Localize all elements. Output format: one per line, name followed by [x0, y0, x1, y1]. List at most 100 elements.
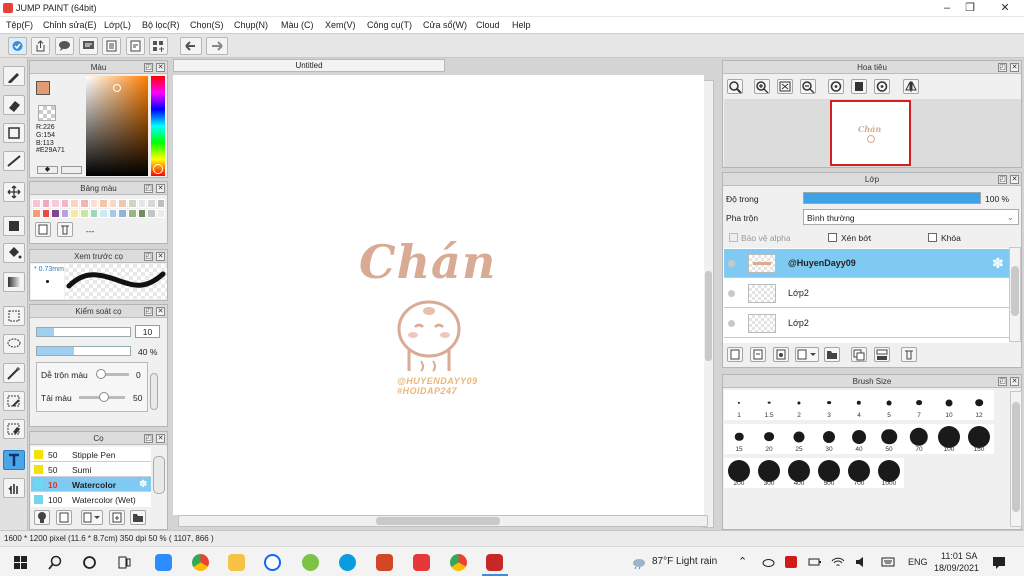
zoom-fit-icon[interactable] — [727, 79, 743, 94]
fill-rect-tool[interactable] — [3, 216, 25, 236]
new-halftone-layer-button[interactable] — [773, 347, 789, 362]
color-swatch[interactable] — [51, 199, 60, 208]
brush-size-option[interactable]: 12 — [964, 390, 994, 420]
canvas-vertical-scrollbar[interactable] — [703, 80, 714, 528]
tab-untitled[interactable]: Untitled — [173, 59, 445, 72]
hand-tool[interactable] — [3, 478, 25, 498]
select-pen-tool[interactable] — [3, 391, 25, 411]
clipping-checkbox[interactable] — [828, 233, 837, 242]
line-tool[interactable] — [3, 151, 25, 171]
brush-control-scrollbar[interactable] — [150, 373, 158, 410]
brush-menu-button[interactable] — [81, 510, 103, 525]
panel-close-icon[interactable]: ✕ — [156, 184, 165, 193]
layer-type-menu-button[interactable] — [795, 347, 819, 362]
color-swatch[interactable] — [147, 199, 156, 208]
color-swatch[interactable] — [41, 199, 51, 208]
shape-tool[interactable] — [3, 123, 25, 143]
lock-checkbox[interactable] — [928, 233, 937, 242]
brush-size-option[interactable]: 300 — [754, 458, 784, 488]
chrome-icon[interactable] — [192, 554, 209, 571]
color-swatch[interactable] — [60, 199, 70, 208]
text-tool[interactable] — [3, 450, 25, 470]
new-layer-button[interactable] — [727, 347, 743, 362]
lasso-tool[interactable] — [3, 334, 25, 354]
color-swatch[interactable] — [51, 209, 60, 218]
brush-size-option[interactable]: 100 — [934, 424, 964, 454]
brush-presets-button[interactable] — [34, 510, 50, 525]
clock-date[interactable]: 18/09/2021 — [934, 563, 979, 573]
canvas-horizontal-scrollbar[interactable] — [178, 515, 708, 527]
color-swatch[interactable] — [80, 199, 89, 208]
menu-tools[interactable]: Công cụ(T) — [367, 20, 412, 30]
move-tool[interactable] — [3, 182, 25, 202]
brush-size-value[interactable]: 10 — [135, 325, 160, 338]
color-swatch[interactable] — [137, 209, 147, 218]
layer-scroll-thumb[interactable] — [1011, 266, 1019, 316]
weather-text[interactable]: 87°F Light rain — [652, 556, 717, 567]
brush-folder-button[interactable] — [130, 510, 146, 525]
delete-layer-icon[interactable] — [901, 347, 917, 362]
new-layer-from-file-button[interactable] — [750, 347, 766, 362]
brush-size-option[interactable]: 200 — [724, 458, 754, 488]
brush-size-option[interactable]: 70 — [904, 424, 934, 454]
undo-button[interactable] — [180, 37, 202, 55]
layer-row[interactable]: Lớp2 — [724, 309, 1009, 338]
brush-size-scroll-thumb[interactable] — [1012, 402, 1020, 512]
brush-size-option[interactable]: 2 — [784, 390, 814, 420]
color-swatch[interactable] — [70, 209, 79, 218]
brush-size-scrollbar[interactable] — [1010, 391, 1022, 527]
eye-icon[interactable] — [728, 290, 735, 297]
rotate-left-icon[interactable] — [828, 79, 844, 94]
panel-float-icon[interactable]: ◰ — [144, 307, 153, 316]
brush-size-option[interactable]: 20 — [754, 424, 784, 454]
color-swatch[interactable] — [32, 209, 41, 218]
panel-close-icon[interactable]: ✕ — [156, 307, 165, 316]
brush-size-option[interactable]: 700 — [844, 458, 874, 488]
keyboard-icon[interactable] — [881, 556, 895, 568]
color-swatch[interactable] — [147, 209, 156, 218]
brush-size-option[interactable]: 4 — [844, 390, 874, 420]
brush-size-option[interactable]: 50 — [874, 424, 904, 454]
file-explorer-icon[interactable] — [228, 554, 245, 571]
cloud-tray-icon[interactable] — [762, 556, 775, 568]
reload-slider-knob[interactable] — [99, 392, 109, 402]
magic-wand-tool[interactable] — [3, 363, 25, 383]
rect-select-tool[interactable] — [3, 306, 25, 326]
color-swatch[interactable] — [128, 209, 137, 218]
panel-float-icon[interactable]: ◰ — [998, 175, 1007, 184]
blend-slider-knob[interactable] — [96, 369, 106, 379]
navigator-thumbnail[interactable]: Chán — [830, 100, 911, 166]
color-swatch[interactable] — [70, 199, 79, 208]
brush-size-option[interactable]: 7 — [904, 390, 934, 420]
task-view-icon[interactable] — [117, 555, 132, 570]
clock-time[interactable]: 11:01 SA — [941, 551, 977, 561]
panel-close-icon[interactable]: ✕ — [1010, 63, 1019, 72]
layer-row[interactable]: @HuyenDayy09 ✽ — [724, 249, 1009, 278]
layer-row[interactable]: Lớp2 — [724, 279, 1009, 308]
protect-alpha-checkbox[interactable] — [729, 233, 738, 242]
color-swatch[interactable] — [80, 209, 89, 218]
zoom-in-icon[interactable] — [754, 79, 770, 94]
add-color-button[interactable]: ◆ — [37, 166, 58, 174]
gradient-tool[interactable] — [3, 272, 25, 292]
layer-opacity-slider[interactable] — [803, 192, 981, 204]
duplicate-layer-button[interactable] — [851, 347, 867, 362]
transparent-color-swatch[interactable] — [38, 105, 56, 121]
bucket-tool[interactable] — [3, 243, 25, 263]
color-swatch[interactable] — [99, 209, 108, 218]
brush-size-option[interactable]: 1 — [724, 390, 754, 420]
zoom-app-icon[interactable] — [155, 554, 172, 571]
panel-float-icon[interactable]: ◰ — [144, 434, 153, 443]
remove-color-button[interactable] — [61, 166, 82, 174]
message-button[interactable] — [79, 37, 98, 55]
brush-tool[interactable] — [3, 66, 25, 86]
menu-cloud[interactable]: Cloud — [476, 20, 500, 30]
eraser-tool[interactable] — [3, 95, 25, 115]
layer-folder-button[interactable] — [824, 347, 840, 362]
comment-button[interactable] — [55, 37, 74, 55]
new-swatch-button[interactable] — [35, 222, 51, 237]
select-eraser-tool[interactable] — [3, 419, 25, 439]
volume-icon[interactable] — [855, 556, 869, 568]
menu-capture[interactable]: Chụp(N) — [234, 20, 268, 30]
color-swatch[interactable] — [89, 199, 99, 208]
